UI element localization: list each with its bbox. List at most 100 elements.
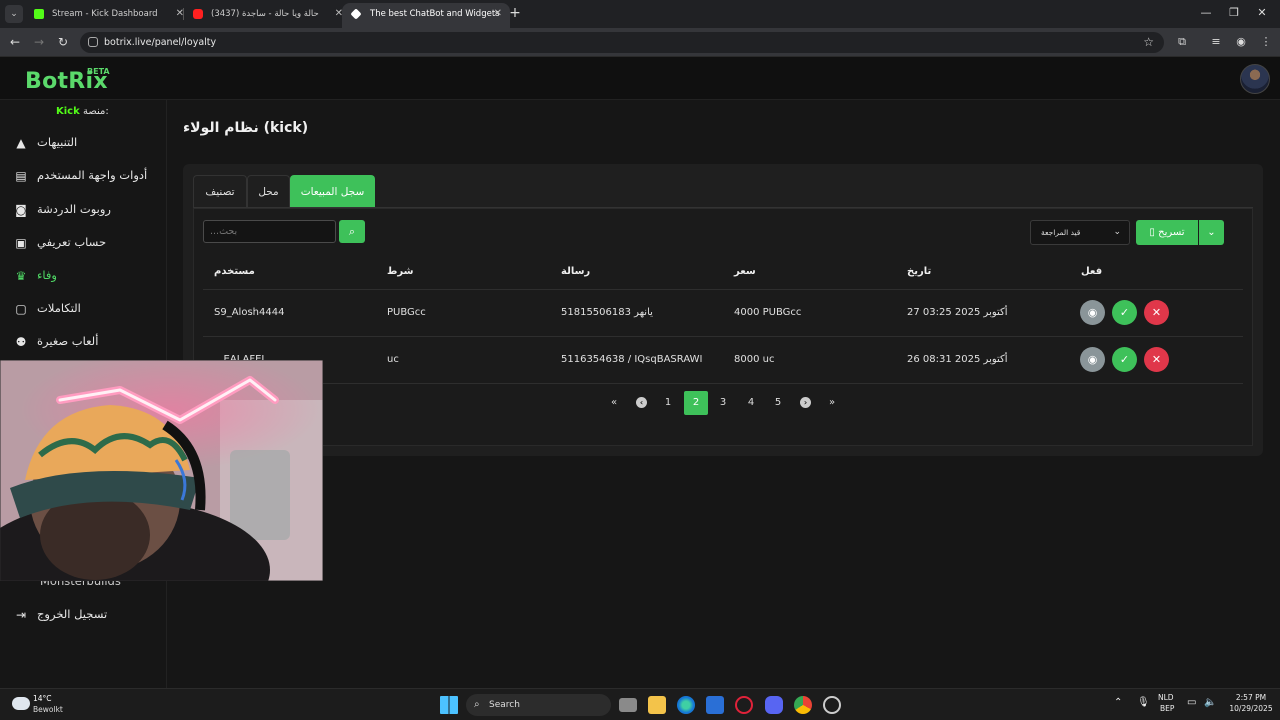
sidebar-item-label: حساب تعريفي xyxy=(37,235,107,249)
close-window-icon[interactable]: ✕ xyxy=(1252,6,1272,19)
sidebar-item-label: وفاء xyxy=(37,268,57,282)
profile-icon[interactable]: ◉ xyxy=(1233,34,1249,50)
user-avatar[interactable] xyxy=(1240,64,1270,94)
tab-shop[interactable]: محل xyxy=(247,175,290,208)
browser-tab-botrix[interactable]: The best ChatBot and Widgets ✕ xyxy=(342,3,510,28)
search-icon: ⌕ xyxy=(348,225,356,238)
reload-icon[interactable]: ↻ xyxy=(55,34,71,50)
beta-badge: BETA xyxy=(87,67,110,76)
robot-icon: ◙ xyxy=(15,203,27,217)
app-header: BotRix BETA xyxy=(0,57,1280,100)
tab-ranking[interactable]: تصنيف xyxy=(193,175,247,208)
column-header-date: تاريخ xyxy=(907,266,932,277)
tab-search-icon[interactable]: ⌄ xyxy=(5,5,23,23)
column-header-action: فعل xyxy=(1081,266,1103,277)
media-control-icon[interactable]: ≡ xyxy=(1208,34,1224,50)
page-1-button[interactable]: 1 xyxy=(657,391,679,415)
approve-button[interactable]: ✓ xyxy=(1112,347,1137,372)
eye-icon: ◉ xyxy=(1087,353,1098,366)
sidebar-item-loyalty[interactable]: ♛ وفاء xyxy=(0,261,167,291)
cloud-icon[interactable] xyxy=(12,697,30,710)
address-bar[interactable]: botrix.live/panel/loyalty ☆ xyxy=(80,32,1164,53)
status-filter-select[interactable]: قيد المراجعة ⌄ xyxy=(1030,220,1130,245)
view-button[interactable]: ◉ xyxy=(1080,347,1105,372)
reject-button[interactable]: ✕ xyxy=(1144,300,1169,325)
clock-time[interactable]: 2:57 PM xyxy=(1226,693,1276,702)
cell-price: 8000 uc xyxy=(734,354,775,365)
restore-icon[interactable]: ❐ xyxy=(1224,6,1244,19)
approve-button[interactable]: ✓ xyxy=(1112,300,1137,325)
search-button[interactable]: ⌕ xyxy=(339,220,365,243)
prev-page-button[interactable]: ‹ xyxy=(636,397,647,408)
weather-description[interactable]: Bewolkt xyxy=(33,705,63,714)
next-page-button[interactable]: › xyxy=(800,397,811,408)
browser-tab-kick[interactable]: Stream - Kick Dashboard ✕ xyxy=(24,3,192,28)
reject-button[interactable]: ✕ xyxy=(1144,347,1169,372)
page-3-button[interactable]: 3 xyxy=(712,391,734,415)
volume-icon[interactable]: 🔈 xyxy=(1204,697,1216,708)
export-dropdown-button[interactable]: ⌄ xyxy=(1199,220,1224,245)
trophy-icon: ♛ xyxy=(15,269,27,283)
export-button[interactable]: ▯ تسريح xyxy=(1136,220,1198,245)
bookmark-star-icon[interactable]: ☆ xyxy=(1143,32,1154,53)
widgets-icon: ▤ xyxy=(15,169,27,183)
chrome-icon[interactable] xyxy=(794,696,812,714)
first-page-button[interactable]: « xyxy=(603,391,625,415)
sidebar-item-integrations[interactable]: ▢ التكاملات xyxy=(0,294,167,324)
tab-sales-log[interactable]: سجل المبيعات xyxy=(290,175,375,208)
page-4-button[interactable]: 4 xyxy=(740,391,762,415)
language-indicator[interactable]: NLD xyxy=(1158,693,1174,702)
minimize-icon[interactable]: — xyxy=(1196,6,1216,19)
eye-icon: ◉ xyxy=(1087,306,1098,319)
sidebar-item-label: تسجيل الخروج xyxy=(37,607,108,621)
youtube-favicon-icon xyxy=(193,9,203,19)
keyboard-layout[interactable]: BEP xyxy=(1160,704,1174,713)
export-label: تسريح xyxy=(1158,227,1185,238)
platform-value: Kick xyxy=(56,106,80,117)
microphone-icon[interactable]: 🎙 xyxy=(1137,697,1150,708)
sidebar-item-label: ألعاب صغيرة xyxy=(37,334,99,348)
windows-taskbar: 14°C Bewolkt ⌕ Search ⌃ 🎙 NLD BEP ▭ 🔈 2:… xyxy=(0,688,1280,720)
search-input[interactable] xyxy=(203,220,336,243)
page-5-button[interactable]: 5 xyxy=(767,391,789,415)
cell-date: 27 أكتوبر 2025 03:25 xyxy=(907,307,1008,318)
status-filter-value: قيد المراجعة xyxy=(1041,228,1081,237)
discord-icon[interactable] xyxy=(765,696,783,714)
task-view-icon[interactable] xyxy=(619,698,637,712)
network-icon[interactable]: ▭ xyxy=(1187,697,1196,708)
new-tab-button[interactable]: + xyxy=(506,4,524,22)
page-2-button[interactable]: 2 xyxy=(684,391,708,415)
tray-overflow-icon[interactable]: ⌃ xyxy=(1114,697,1122,708)
close-icon: ✕ xyxy=(1151,306,1162,319)
sidebar-item-minigames[interactable]: ⚉ ألعاب صغيرة xyxy=(0,327,167,357)
cell-condition: uc xyxy=(387,354,399,365)
obs-icon[interactable] xyxy=(823,696,841,714)
sidebar-item-profile[interactable]: ▣ حساب تعريفي xyxy=(0,228,167,258)
weather-temperature[interactable]: 14°C xyxy=(33,694,52,703)
cell-price: 4000 PUBGcc xyxy=(734,307,802,318)
menu-dots-icon[interactable]: ⋮ xyxy=(1258,34,1274,50)
file-explorer-icon[interactable] xyxy=(648,696,666,714)
site-info-icon[interactable] xyxy=(88,37,98,47)
back-arrow-icon[interactable]: ← xyxy=(7,34,23,50)
sidebar-item-widgets[interactable]: ▤ أدوات واجهة المستخدم xyxy=(0,161,167,191)
logout-icon: ⇥ xyxy=(15,608,27,622)
clock-date[interactable]: 10/29/2025 xyxy=(1226,704,1276,713)
browser-tab-youtube[interactable]: (3437) حالة ويا حالة - ساجدة ✕ xyxy=(183,3,351,28)
forward-arrow-icon[interactable]: → xyxy=(31,34,47,50)
sidebar-item-chatbot[interactable]: ◙ روبوت الدردشة xyxy=(0,195,167,225)
integrations-icon: ▢ xyxy=(15,302,27,316)
opera-icon[interactable] xyxy=(735,696,753,714)
extensions-icon[interactable]: ⧉ xyxy=(1174,34,1190,50)
store-icon[interactable] xyxy=(706,696,724,714)
close-tab-icon[interactable]: ✕ xyxy=(494,3,502,25)
view-button[interactable]: ◉ xyxy=(1080,300,1105,325)
windows-start-icon[interactable] xyxy=(440,696,458,714)
column-header-condition: شرط xyxy=(387,266,414,277)
tab-title: The best ChatBot and Widgets xyxy=(370,9,500,19)
last-page-button[interactable]: » xyxy=(821,391,843,415)
sidebar-item-logout[interactable]: ⇥ تسجيل الخروج xyxy=(0,600,167,630)
edge-browser-icon[interactable] xyxy=(677,696,695,714)
sidebar-item-alerts[interactable]: ▲ التنبيهات xyxy=(0,128,167,158)
taskbar-search[interactable]: ⌕ Search xyxy=(466,694,611,716)
